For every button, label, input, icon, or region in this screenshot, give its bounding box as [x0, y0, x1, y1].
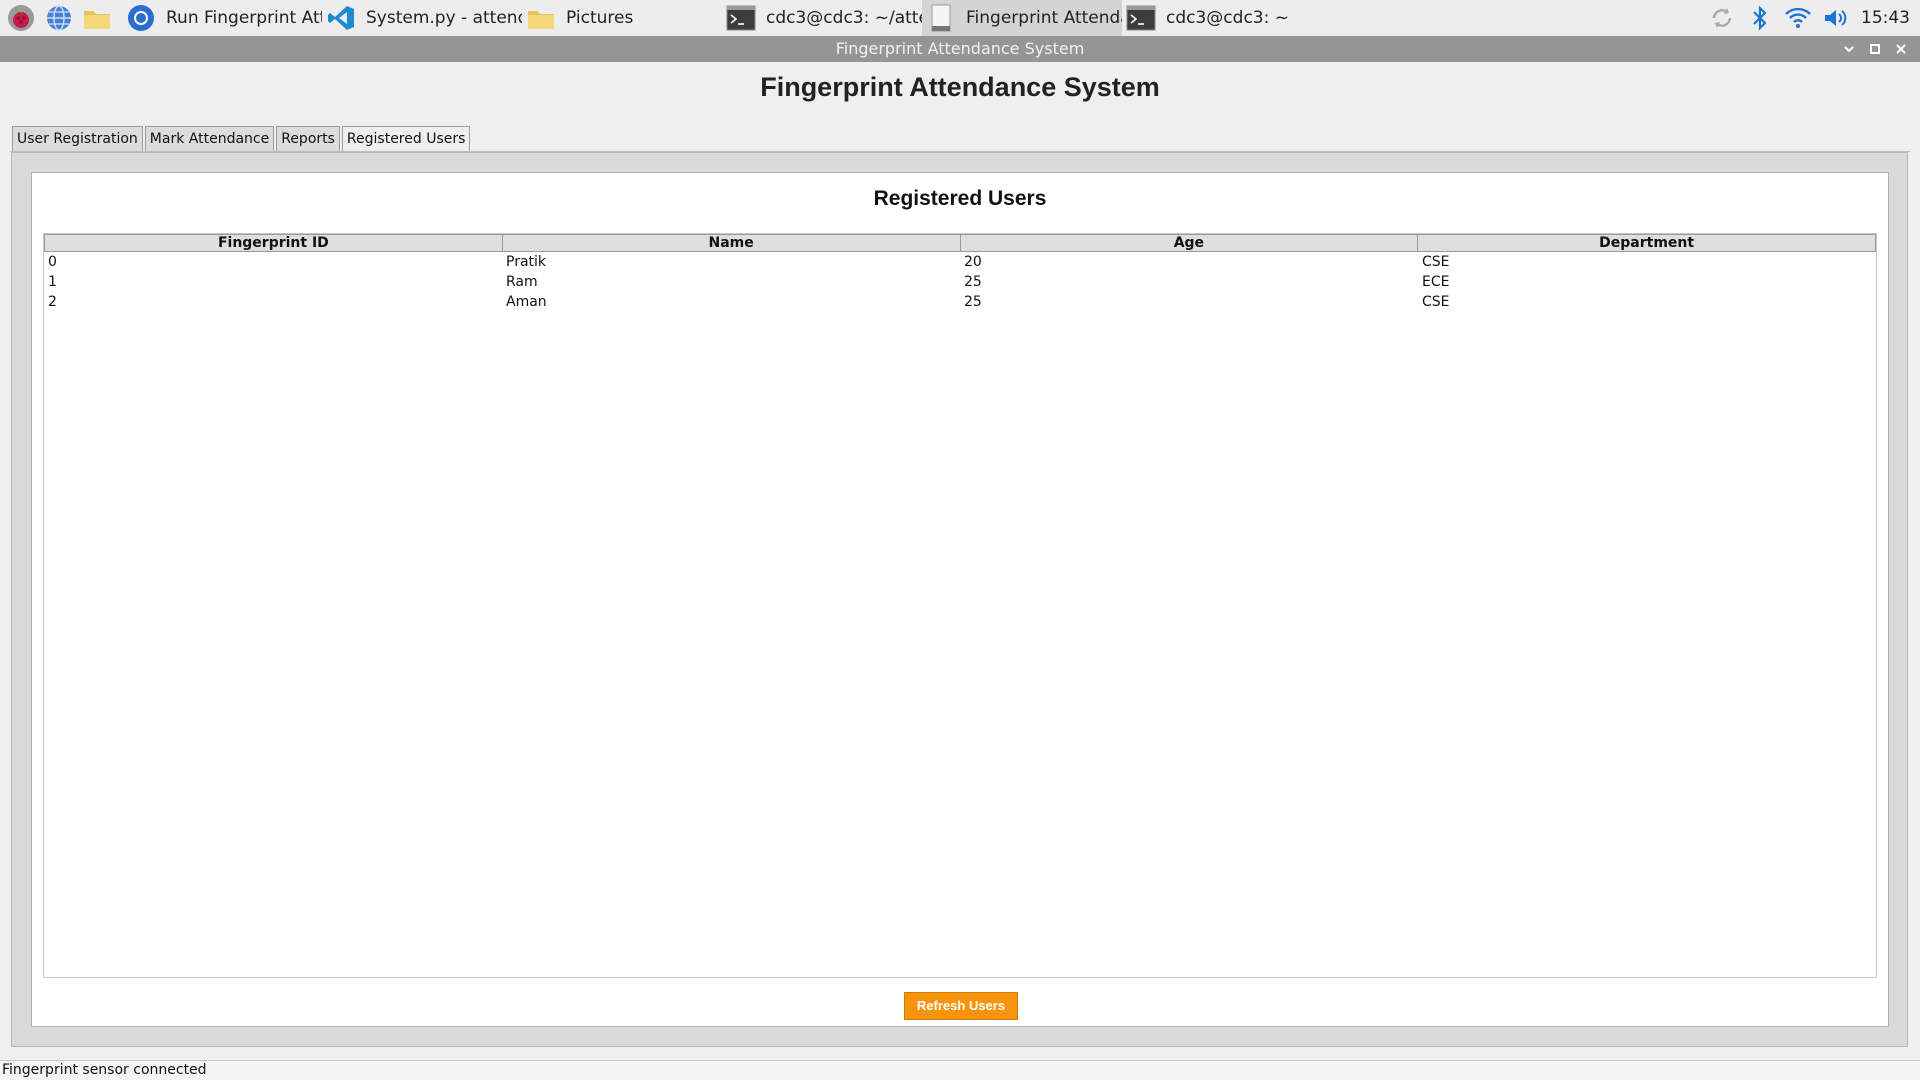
chevron-down-icon	[1844, 46, 1854, 53]
task-run-fingerprint[interactable]: Run Fingerprint Atte..	[122, 0, 322, 36]
minimize-button[interactable]	[1836, 36, 1862, 62]
chromium-icon	[126, 3, 156, 33]
app-window-icon	[926, 3, 956, 33]
task-label: cdc3@cdc3: ~	[1166, 8, 1289, 28]
cell-fingerprint-id: 0	[48, 254, 57, 270]
clock[interactable]: 15:43	[1861, 8, 1910, 28]
app-heading: Fingerprint Attendance System	[760, 72, 1160, 102]
task-pictures[interactable]: Pictures	[522, 0, 722, 36]
panel-title: Registered Users	[873, 187, 1047, 210]
close-icon	[1896, 44, 1906, 54]
column-header-fingerprint-id[interactable]: Fingerprint ID	[44, 234, 503, 252]
cell-department: ECE	[1422, 274, 1450, 290]
vscode-icon	[326, 3, 356, 33]
cell-age: 25	[964, 294, 982, 310]
column-header-department[interactable]: Department	[1418, 234, 1876, 252]
tab-reports[interactable]: Reports	[276, 126, 340, 151]
file-manager-launcher[interactable]	[80, 1, 114, 35]
raspberry-menu-button[interactable]	[4, 1, 38, 35]
task-terminal-atten[interactable]: cdc3@cdc3: ~/atten..	[722, 0, 922, 36]
raspberry-menu-icon	[8, 5, 34, 31]
status-text: Fingerprint sensor connected	[2, 1062, 207, 1078]
wifi-icon[interactable]	[1779, 6, 1817, 30]
cell-age: 25	[964, 274, 982, 290]
web-browser-launcher[interactable]	[42, 1, 76, 35]
maximize-button[interactable]	[1862, 36, 1888, 62]
task-label: Run Fingerprint Atte..	[166, 8, 322, 28]
task-label: Fingerprint Attendan..	[966, 8, 1122, 28]
tab-bar: User Registration Mark Attendance Report…	[12, 126, 472, 152]
column-header-name[interactable]: Name	[502, 234, 961, 252]
task-label: cdc3@cdc3: ~/atten..	[766, 8, 922, 28]
status-bar: Fingerprint sensor connected	[0, 1060, 1920, 1080]
terminal-icon	[1126, 3, 1156, 33]
cell-fingerprint-id: 2	[48, 294, 57, 310]
maximize-icon	[1870, 44, 1880, 54]
volume-icon[interactable]	[1817, 6, 1855, 30]
table-row[interactable]: 1 Ram 25 ECE	[44, 272, 1876, 292]
cell-name: Ram	[506, 274, 538, 290]
table-row[interactable]: 0 Pratik 20 CSE	[44, 252, 1876, 272]
close-button[interactable]	[1888, 36, 1914, 62]
cell-name: Pratik	[506, 254, 547, 270]
task-vscode[interactable]: System.py - attenda..	[322, 0, 522, 36]
users-table[interactable]: Fingerprint ID Name Age Department 0 Pra…	[43, 233, 1877, 978]
registered-users-panel: Registered Users Fingerprint ID Name Age…	[31, 172, 1889, 1027]
window-title: Fingerprint Attendance System	[835, 39, 1085, 58]
terminal-icon	[726, 3, 756, 33]
bluetooth-icon[interactable]	[1741, 5, 1779, 31]
column-header-age[interactable]: Age	[960, 234, 1419, 252]
update-icon[interactable]	[1703, 5, 1741, 31]
system-tray: 15:43	[1703, 0, 1920, 36]
cell-fingerprint-id: 1	[48, 274, 57, 290]
refresh-users-button[interactable]: Refresh Users	[904, 992, 1018, 1020]
window-titlebar[interactable]: Fingerprint Attendance System	[0, 36, 1920, 62]
tab-mark-attendance[interactable]: Mark Attendance	[144, 126, 275, 151]
task-label: Pictures	[566, 8, 634, 28]
taskbar: Run Fingerprint Atte.. System.py - atten…	[0, 0, 1920, 36]
tab-registered-users[interactable]: Registered Users	[341, 126, 471, 151]
cell-department: CSE	[1422, 254, 1450, 270]
cell-department: CSE	[1422, 294, 1450, 310]
folder-icon	[84, 11, 110, 29]
task-label: System.py - attenda..	[366, 8, 522, 28]
tab-user-registration[interactable]: User Registration	[12, 126, 143, 151]
cell-age: 20	[964, 254, 982, 270]
folder-icon	[526, 3, 556, 33]
task-fingerprint-app[interactable]: Fingerprint Attendan..	[922, 0, 1122, 36]
table-row[interactable]: 2 Aman 25 CSE	[44, 292, 1876, 312]
cell-name: Aman	[506, 294, 547, 310]
task-terminal-home[interactable]: cdc3@cdc3: ~	[1122, 0, 1322, 36]
globe-icon	[47, 5, 71, 31]
table-header-row: Fingerprint ID Name Age Department	[44, 234, 1876, 252]
